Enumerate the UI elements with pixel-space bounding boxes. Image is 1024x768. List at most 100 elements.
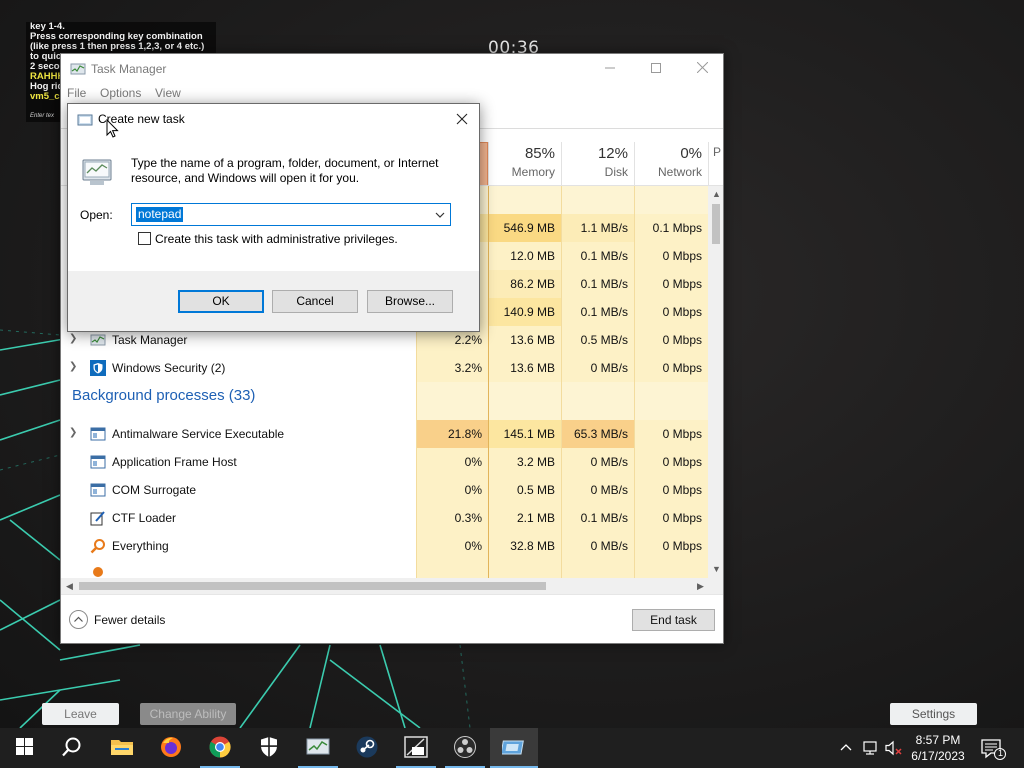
dialog-description: Type the name of a program, folder, docu… [131, 156, 439, 185]
admin-privileges-checkbox[interactable] [138, 232, 151, 245]
taskbar-obs[interactable] [441, 728, 489, 768]
process-name: Task Manager [112, 333, 188, 347]
open-combobox[interactable]: notepad [131, 203, 451, 226]
disk-cell: 0.5 MB/s [561, 326, 634, 354]
taskbar-firefox[interactable] [147, 728, 195, 768]
horizontal-scroll-thumb[interactable] [79, 582, 546, 590]
scroll-up-icon[interactable]: ▲ [712, 189, 721, 199]
network-cell: 0.1 Mbps [634, 214, 708, 242]
table-row[interactable] [61, 560, 708, 578]
notifications-button[interactable]: 1 [980, 738, 1006, 763]
memory-cell [488, 186, 561, 214]
menu-view[interactable]: View [155, 86, 181, 100]
scroll-down-icon[interactable]: ▼ [712, 564, 721, 574]
overlay-line: vm5_c [30, 91, 60, 102]
volume-muted-icon[interactable] [884, 740, 904, 756]
open-input-value[interactable]: notepad [136, 207, 184, 222]
chevron-right-icon[interactable]: ❯ [69, 361, 77, 372]
cpu-cell [416, 560, 488, 578]
disk-cell: 0.1 MB/s [561, 270, 634, 298]
power-column-header[interactable]: P [708, 142, 723, 186]
taskbar-chrome[interactable] [196, 728, 244, 768]
background-processes-header: Background processes (33) [72, 387, 256, 404]
disk-cell: 0 MB/s [561, 532, 634, 560]
chevron-down-icon[interactable] [432, 206, 448, 223]
task-manager-titlebar[interactable]: Task Manager [61, 54, 723, 84]
chevron-up-icon[interactable] [839, 740, 853, 756]
horizontal-scrollbar[interactable]: ◀ ▶ [61, 578, 723, 594]
taskbar-steam[interactable] [343, 728, 391, 768]
table-row[interactable]: ❯ Antimalware Service Executable 21.8% 1… [61, 420, 708, 448]
taskbar-file-explorer[interactable] [98, 728, 146, 768]
memory-cell: 12.0 MB [488, 242, 561, 270]
chevron-up-icon[interactable] [69, 610, 88, 629]
taskbar-clock[interactable]: 8:57 PM 6/17/2023 [904, 732, 972, 764]
disk-cell [561, 382, 634, 420]
process-name: COM Surrogate [112, 483, 197, 497]
taskbar-windows-security[interactable] [245, 728, 293, 768]
settings-button[interactable]: Settings [890, 703, 977, 725]
task-manager-icon [70, 61, 86, 80]
table-row[interactable]: Application Frame Host 0% 3.2 MB 0 MB/s … [61, 448, 708, 476]
disk-cell: 0 MB/s [561, 448, 634, 476]
chevron-right-icon[interactable]: ❯ [69, 333, 77, 344]
shield-icon [259, 736, 279, 761]
minimize-button[interactable] [587, 54, 633, 84]
dialog-titlebar[interactable]: Create new task [68, 104, 479, 135]
leave-button[interactable]: Leave [42, 703, 119, 725]
network-cell: 0 Mbps [634, 420, 708, 448]
disk-label: Disk [604, 165, 628, 179]
taskbar-task-manager[interactable] [294, 728, 342, 768]
browse-button[interactable]: Browse... [367, 290, 453, 313]
search-button[interactable] [48, 728, 96, 768]
cancel-button[interactable]: Cancel [272, 290, 358, 313]
end-task-button[interactable]: End task [632, 609, 715, 631]
table-row[interactable]: ❯ Windows Security (2) 3.2% 13.6 MB 0 MB… [61, 354, 708, 382]
start-button[interactable] [0, 728, 48, 768]
cpu-cell: 3.2% [416, 354, 488, 382]
network-label: Network [657, 165, 702, 179]
network-column-header[interactable]: 0% Network [634, 142, 708, 186]
vertical-scroll-thumb[interactable] [712, 204, 720, 244]
disk-column-header[interactable]: 12% Disk [561, 142, 634, 186]
close-button[interactable] [679, 54, 723, 84]
network-cell: 0 Mbps [634, 532, 708, 560]
scroll-right-icon[interactable]: ▶ [697, 581, 704, 592]
obs-icon [453, 735, 477, 762]
process-name-cell: Application Frame Host [61, 448, 416, 476]
taskbar-game-2d[interactable] [392, 728, 440, 768]
disk-cell: 0.1 MB/s [561, 298, 634, 326]
menu-file[interactable]: File [67, 86, 86, 100]
shield-icon [90, 360, 106, 376]
search-icon [61, 736, 83, 761]
close-icon[interactable] [453, 110, 471, 128]
disk-cell: 0 MB/s [561, 354, 634, 382]
change-ability-button[interactable]: Change Ability [140, 703, 236, 725]
taskbar-run-dialog[interactable] [490, 728, 538, 768]
memory-column-header[interactable]: 85% Memory [488, 142, 561, 186]
ok-button[interactable]: OK [178, 290, 264, 313]
menu-options[interactable]: Options [100, 86, 141, 100]
chevron-right-icon[interactable]: ❯ [69, 427, 77, 438]
process-name-cell: ❯ Antimalware Service Executable [61, 420, 416, 448]
run-program-icon [80, 156, 114, 191]
table-row[interactable]: Everything 0% 32.8 MB 0 MB/s 0 Mbps [61, 532, 708, 560]
table-row[interactable]: CTF Loader 0.3% 2.1 MB 0.1 MB/s 0 Mbps [61, 504, 708, 532]
maximize-icon [651, 62, 661, 76]
process-name: CTF Loader [112, 511, 177, 525]
table-row[interactable]: COM Surrogate 0% 0.5 MB 0 MB/s 0 Mbps [61, 476, 708, 504]
fewer-details-link[interactable]: Fewer details [94, 613, 165, 627]
vertical-scrollbar[interactable]: ▲ ▼ [708, 186, 723, 578]
network-icon[interactable] [862, 740, 880, 756]
task-manager-icon [306, 736, 330, 761]
process-name: Application Frame Host [112, 455, 237, 469]
maximize-button[interactable] [633, 54, 679, 84]
scroll-left-icon[interactable]: ◀ [66, 581, 73, 592]
cpu-column-header[interactable] [479, 142, 488, 186]
cpu-cell [416, 382, 488, 420]
power-label: P [713, 145, 722, 159]
admin-privileges-label[interactable]: Create this task with administrative pri… [155, 232, 398, 246]
memory-cell [488, 382, 561, 420]
disk-cell: 0.1 MB/s [561, 504, 634, 532]
app-icon [90, 564, 106, 578]
